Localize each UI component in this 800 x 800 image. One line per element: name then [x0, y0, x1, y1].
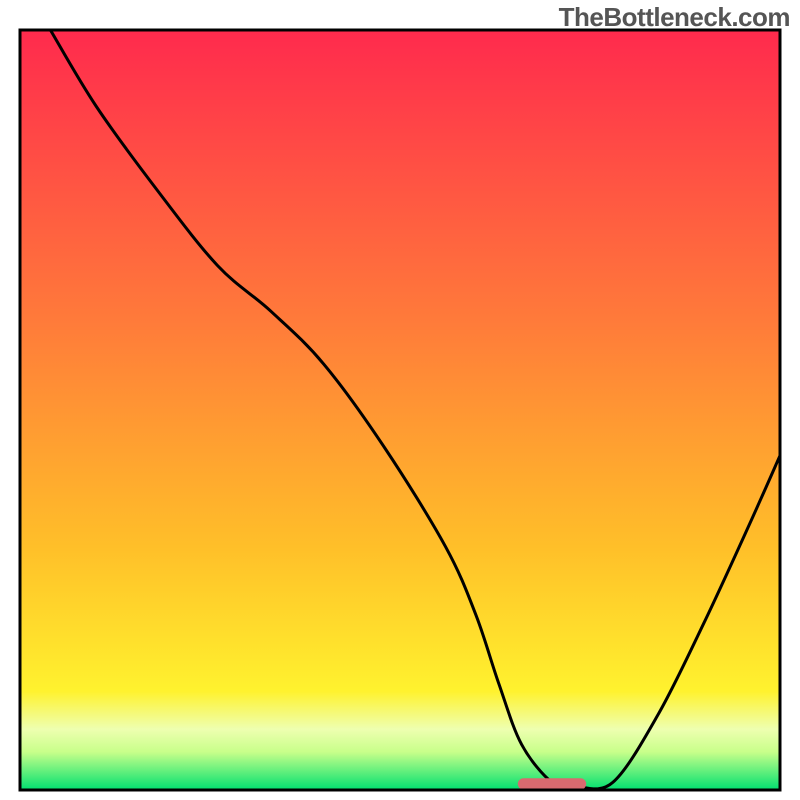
watermark-text: TheBottleneck.com	[559, 2, 790, 33]
chart-container: TheBottleneck.com	[0, 0, 800, 800]
gradient-background	[20, 30, 780, 790]
optimal-range-pill	[518, 778, 586, 789]
bottleneck-chart	[0, 0, 800, 800]
